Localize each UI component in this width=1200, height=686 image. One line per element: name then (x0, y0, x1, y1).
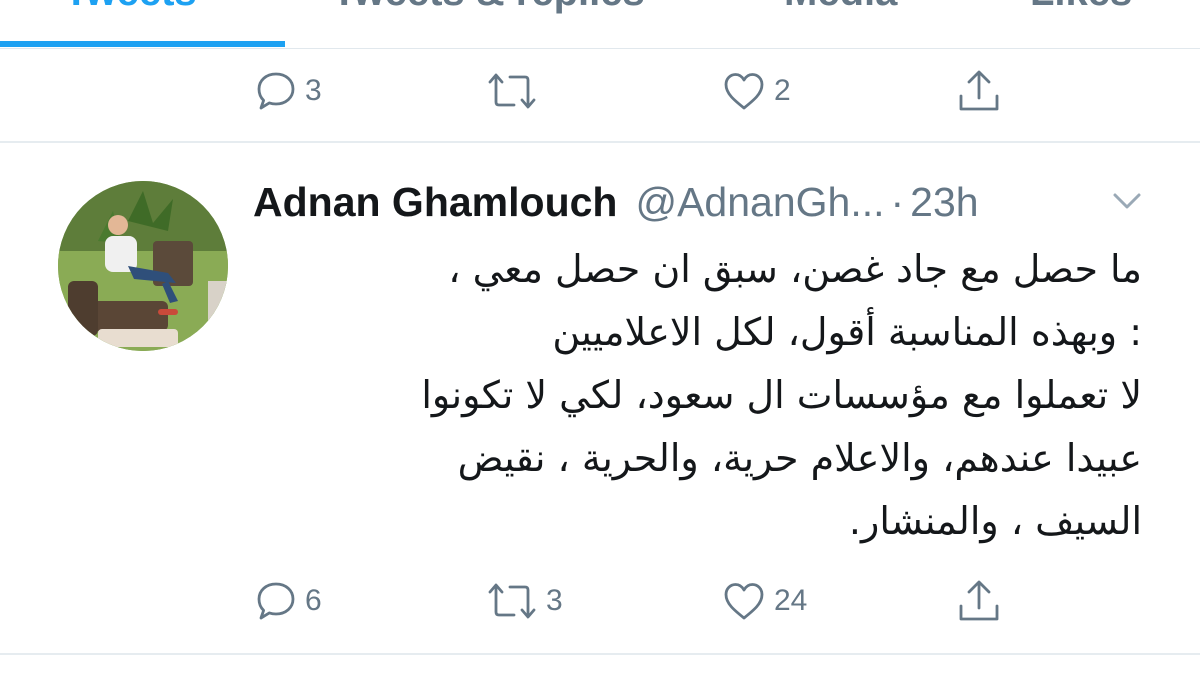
like-button[interactable]: 2 (722, 61, 791, 121)
reply-count: 3 (305, 74, 322, 107)
previous-tweet-actions: 3 2 (0, 61, 1200, 121)
like-count: 24 (774, 584, 808, 617)
reply-icon (257, 582, 295, 620)
retweet-button[interactable] (486, 61, 546, 121)
tab-media[interactable]: Media (784, 0, 897, 15)
tweet-text-line: لا تعملوا مع مؤسسات ال سعود، لكي لا تكون… (421, 373, 1142, 417)
separator-dot: · (890, 178, 905, 225)
retweet-button[interactable]: 3 (486, 571, 563, 631)
retweet-icon (488, 583, 536, 619)
avatar-photo (58, 181, 228, 351)
tweet-time[interactable]: 23h (910, 179, 978, 226)
author-handle[interactable]: @AdnanGh... (635, 179, 884, 226)
tab-tweets-replies[interactable]: Tweets & replies (332, 0, 645, 15)
share-icon (959, 70, 999, 111)
avatar[interactable] (58, 181, 228, 351)
share-button[interactable] (956, 571, 1002, 631)
reply-icon (257, 72, 295, 110)
retweet-count: 3 (546, 584, 563, 617)
share-icon (959, 580, 999, 621)
tweet-text-line: عبيدا عندهم، والاعلام حرية، والحرية ، نق… (457, 436, 1142, 480)
like-icon (724, 73, 764, 110)
like-count: 2 (774, 74, 791, 107)
active-tab-indicator (0, 41, 285, 47)
tweet-text-line: ما حصل مع جاد غصن، سبق ان حصل معي ، (448, 247, 1142, 291)
tweet-text-line: السيف ، والمنشار. (848, 499, 1142, 543)
tweet-divider (0, 141, 1200, 143)
reply-button[interactable]: 3 (255, 61, 322, 121)
tweet-text-line: : وبهذه المناسبة أقول، لكل الاعلاميين (552, 310, 1142, 354)
like-button[interactable]: 24 (722, 571, 807, 631)
chevron-down-icon (1113, 193, 1141, 209)
retweet-icon (488, 73, 536, 109)
tweet-header: Adnan Ghamlouch @AdnanGh... · 23h (253, 176, 979, 228)
reply-count: 6 (305, 584, 322, 617)
profile-tabs: Tweets Tweets & replies Media Likes (0, 0, 1200, 49)
author-name[interactable]: Adnan Ghamlouch (253, 179, 617, 226)
like-icon (724, 583, 764, 620)
tweet-options-button[interactable] (1110, 186, 1144, 221)
tab-likes[interactable]: Likes (1030, 0, 1132, 15)
share-button[interactable] (956, 61, 1002, 121)
tweet-actions: 6 3 24 (0, 571, 1200, 631)
tweet-text: ما حصل مع جاد غصن، سبق ان حصل معي ، : وب… (250, 238, 1142, 553)
reply-button[interactable]: 6 (255, 571, 322, 631)
tweet-divider (0, 653, 1200, 655)
tab-tweets[interactable]: Tweets (64, 0, 197, 15)
